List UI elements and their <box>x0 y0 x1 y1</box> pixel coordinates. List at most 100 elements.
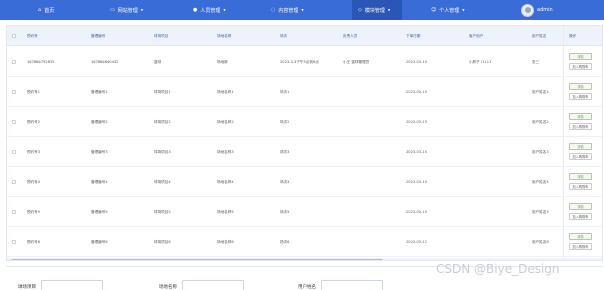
person-icon: ☺ <box>431 7 437 13</box>
cell-venue-name: 场地名称5 <box>217 209 234 214</box>
user-menu[interactable]: admin <box>521 0 553 20</box>
add-cart-button[interactable]: 加入购物车 <box>569 123 592 130</box>
detail-button[interactable]: 详情 <box>569 233 592 240</box>
nav-module-manage[interactable]: ◇ 模块管理 ▼ <box>352 0 402 20</box>
row-checkbox[interactable] <box>12 150 16 154</box>
watermark: CSDN @Biye_Design <box>436 262 560 276</box>
col-user-name[interactable]: 用户姓名 <box>532 26 546 46</box>
cell-order-date: 2023-03-12 <box>406 240 427 244</box>
col-booking-no[interactable]: 预约号 <box>27 26 38 46</box>
cell-manage-no: 管理编号3 <box>91 149 108 154</box>
row-checkbox[interactable] <box>12 90 16 94</box>
user-icon: ● <box>193 7 198 13</box>
add-cart-button[interactable]: 加入购物车 <box>569 243 592 250</box>
horizontal-scrollbar[interactable] <box>7 258 602 260</box>
cell-booking-no: 167886792832 <box>27 60 55 64</box>
cell-order-date: 2023-03-15 <box>406 180 427 184</box>
cell-venue-name: 场地新 <box>217 59 228 64</box>
select-all-checkbox[interactable] <box>12 34 16 38</box>
table-row: 预约号2 管理编号2 球场项目2 场地名称2 场次2 2023-03-15 用户… <box>7 107 602 137</box>
col-staff[interactable]: 负责人员 <box>343 26 357 46</box>
scrollbar-thumb[interactable] <box>11 259 383 260</box>
nav-personal-manage-label: 个人管理 <box>439 7 460 14</box>
monitor-icon: ▭ <box>110 7 115 13</box>
cell-booking-no: 预约号1 <box>27 89 41 94</box>
cell-user-name: 用户姓名2 <box>532 119 549 124</box>
cell-user-name: 用户姓名4 <box>532 179 549 184</box>
chevron-down-icon: ▼ <box>140 8 144 12</box>
home-icon: ⌂ <box>38 7 42 13</box>
cell-court-item: 球场项目4 <box>154 179 171 184</box>
court-item-input[interactable] <box>41 280 103 290</box>
table-row: 预约号5 管理编号5 球场项目5 场地名称5 场次5 2023-03-15 用户… <box>7 197 602 227</box>
col-venue-name[interactable]: 场地名称 <box>217 26 231 46</box>
detail-button[interactable]: 详情 <box>569 83 592 90</box>
nav-personal-manage[interactable]: ☺ 个人管理 ▼ <box>431 0 465 20</box>
nav-home-label: 首页 <box>44 7 55 14</box>
row-checkbox[interactable] <box>12 180 16 184</box>
chevron-down-icon: ▼ <box>223 8 226 12</box>
table-header: 预约号 管理编号 球场项目 场地名称 场次 负责人员 下单日期 客户用户 用户姓… <box>7 26 602 46</box>
row-checkbox[interactable] <box>12 120 16 124</box>
table-row: 预约号1 管理编号1 球场项目1 场地名称1 场次1 2023-03-15 用户… <box>7 77 602 107</box>
cell-manage-no: 管理编号6 <box>91 239 108 244</box>
filter-label-venue-name: 场地名称 <box>159 285 177 290</box>
detail-button[interactable]: 详情 <box>569 143 592 150</box>
cell-court-item: 篮球 <box>154 59 162 64</box>
nav-people-manage-label: 人员管理 <box>200 7 221 14</box>
col-court-item[interactable]: 球场项目 <box>154 26 168 46</box>
add-cart-button[interactable]: 加入购物车 <box>569 213 592 220</box>
cell-booking-no: 预约号5 <box>27 209 41 214</box>
cell-court-item: 球场项目2 <box>154 119 171 124</box>
add-cart-button[interactable]: 加入购物车 <box>569 183 592 190</box>
data-table: 预约号 管理编号 球场项目 场地名称 场次 负责人员 下单日期 客户用户 用户姓… <box>6 25 603 261</box>
cell-order-date: 2023-03-15 <box>406 150 427 154</box>
add-cart-button[interactable]: 加入购物车 <box>569 153 592 160</box>
cell-order-date: 2023-03-15 <box>406 210 427 214</box>
col-client-user[interactable]: 客户用户 <box>469 26 483 46</box>
username: admin <box>537 7 553 13</box>
cell-manage-no: 管理编号4 <box>91 179 108 184</box>
chevron-down-icon: ▼ <box>387 8 391 12</box>
cell-session: 场次4 <box>280 179 290 184</box>
detail-button[interactable]: 详情 <box>569 53 592 60</box>
detail-button[interactable]: 详情 <box>569 113 592 120</box>
cell-court-item: 球场项目5 <box>154 209 171 214</box>
cell-session: 场次2 <box>280 119 290 124</box>
nav-content-manage-label: 内容管理 <box>278 7 299 14</box>
cell-session: 场次6 <box>280 239 290 244</box>
row-checkbox[interactable] <box>12 240 16 244</box>
row-checkbox[interactable] <box>12 210 16 214</box>
cell-court-item: 球场项目3 <box>154 149 171 154</box>
add-cart-button[interactable]: 加入购物车 <box>569 93 592 100</box>
detail-button[interactable]: 详情 <box>569 173 592 180</box>
cell-client-user: 小胖子 /1111 <box>469 59 492 64</box>
nav-home[interactable]: ⌂ 首页 <box>38 0 54 20</box>
col-manage-no[interactable]: 管理编号 <box>91 26 105 46</box>
cell-booking-no: 预约号3 <box>27 149 41 154</box>
cell-venue-name: 场地名称6 <box>217 239 234 244</box>
row-checkbox[interactable] <box>12 60 16 64</box>
cell-user-name: 张三 <box>532 59 540 64</box>
cell-venue-name: 场地名称1 <box>217 89 234 94</box>
nav-site-manage[interactable]: ▭ 网站管理 ▼ <box>110 0 143 20</box>
table-row: 预约号3 管理编号3 球场项目3 场地名称3 场次3 2023-03-15 用户… <box>7 137 602 167</box>
nav-content-manage[interactable]: ◌ 内容管理 ▼ <box>271 0 304 20</box>
chevron-down-icon: ▼ <box>462 8 465 12</box>
cell-manage-no: 管理编号1 <box>91 89 108 94</box>
nav-people-manage[interactable]: ● 人员管理 ▼ <box>193 0 226 20</box>
add-cart-button[interactable]: 加入购物车 <box>569 63 592 70</box>
table-row: 167886792832 167886640432 篮球 场地新 2023-3-… <box>7 47 602 77</box>
cell-booking-no: 预约号6 <box>27 239 41 244</box>
detail-button[interactable]: 详情 <box>569 203 592 210</box>
col-order-date[interactable]: 下单日期 <box>406 26 420 46</box>
avatar <box>521 3 534 17</box>
cell-user-name: 用户姓名3 <box>532 149 549 154</box>
venue-name-input[interactable] <box>182 280 244 290</box>
cell-court-item: 球场项目1 <box>154 89 171 94</box>
filter-label-court-item: 球场项目 <box>18 285 36 290</box>
cell-user-name: 用户姓名5 <box>532 209 549 214</box>
cell-court-item: 球场项目6 <box>154 239 171 244</box>
user-name-input[interactable] <box>321 280 383 290</box>
col-session[interactable]: 场次 <box>280 26 287 46</box>
